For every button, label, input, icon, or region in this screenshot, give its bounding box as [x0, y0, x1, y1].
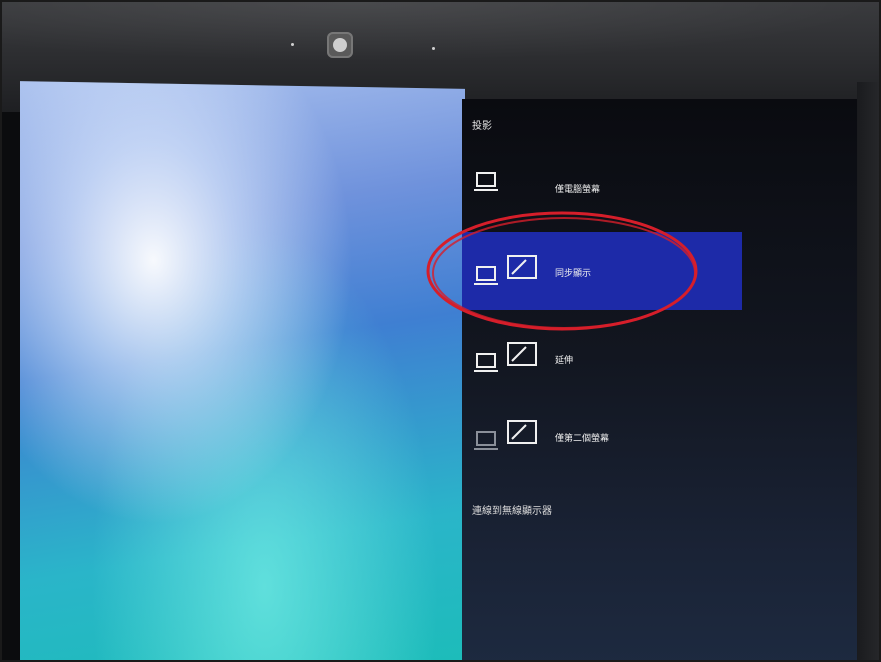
annotation-circle [426, 211, 698, 331]
option-label: 僅第二個螢幕 [555, 434, 610, 444]
connect-wireless-display-link[interactable]: 連線到無線顯示器 [472, 502, 552, 517]
option-label: 僅電腦螢幕 [555, 185, 601, 195]
laptop-bezel-right [857, 82, 879, 660]
extend-icon [472, 337, 552, 381]
option-second-screen-only[interactable]: 僅第二個螢幕 [462, 397, 742, 475]
second-screen-only-icon [472, 415, 552, 459]
webcam [327, 32, 353, 58]
pc-screen-only-icon [472, 167, 512, 201]
project-flyout: 投影 僅電腦螢幕 同步顯示 延伸 僅第二個螢幕 連線到無線顯示器 [462, 99, 862, 660]
photo-frame: 投影 僅電腦螢幕 同步顯示 延伸 僅第二個螢幕 連線到無線顯示器 [0, 0, 881, 662]
desktop-wallpaper [20, 81, 465, 660]
bezel-sensor-left [291, 43, 294, 46]
bezel-sensor-right [432, 47, 435, 50]
flyout-title: 投影 [472, 121, 492, 132]
bezel-reflection [2, 2, 879, 62]
option-label: 延伸 [555, 356, 574, 366]
